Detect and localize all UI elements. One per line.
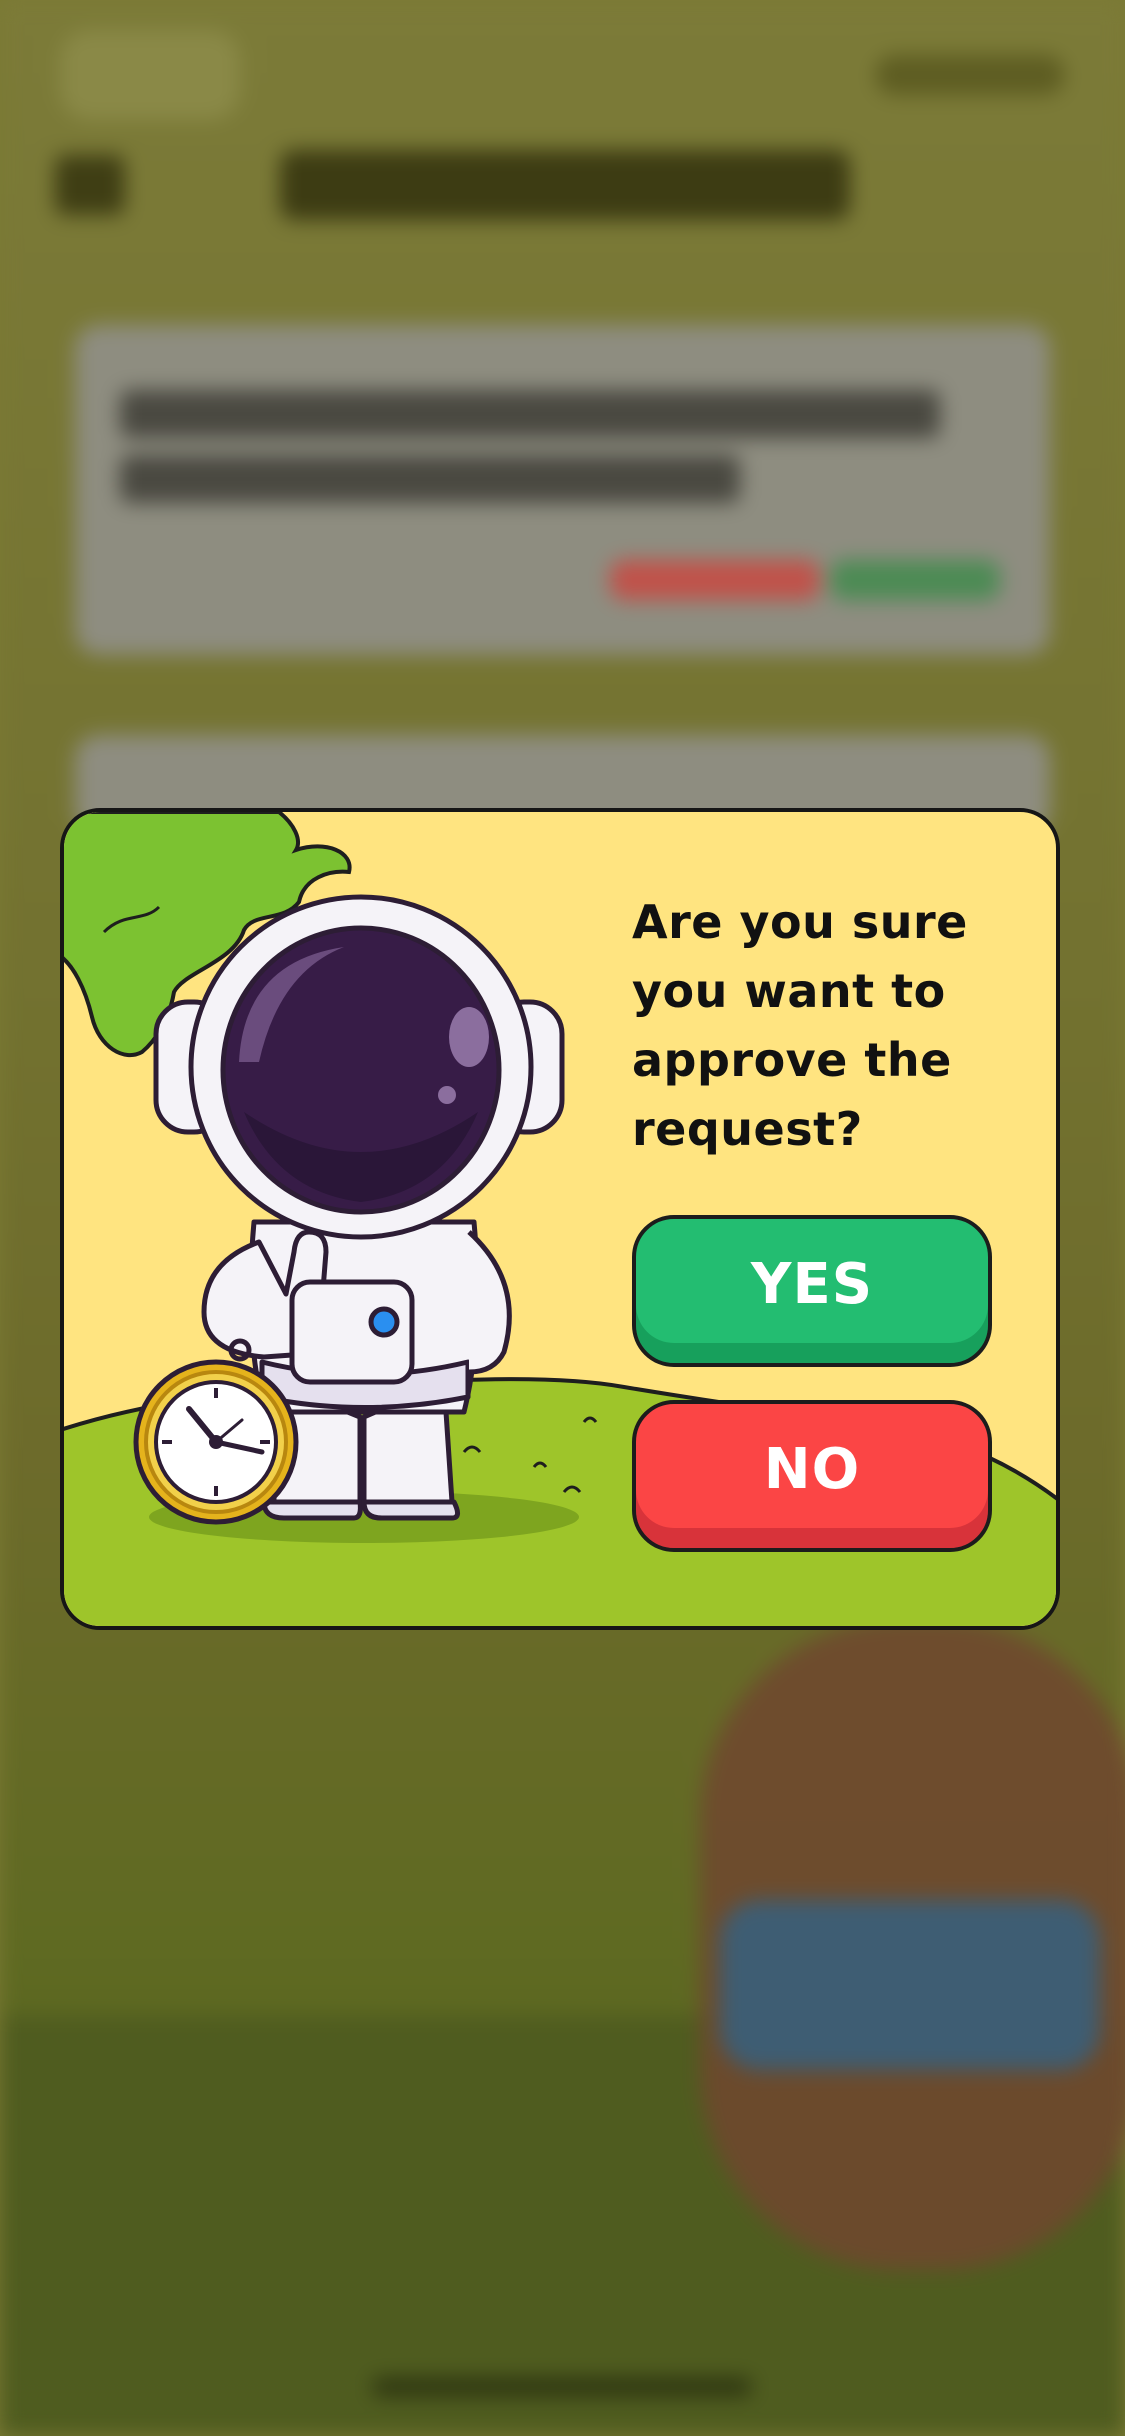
background-page-title (280, 150, 850, 220)
approve-confirmation-dialog: Are you sure you want to approve the req… (60, 808, 1060, 1630)
no-button-label: NO (763, 1436, 861, 1502)
bear-shirt (720, 1900, 1100, 2070)
status-bar-left (60, 30, 240, 120)
background-approve-button (830, 560, 1000, 600)
yes-button-label: YES (750, 1251, 874, 1317)
background-card-text (120, 390, 940, 438)
status-bar-right (875, 55, 1065, 95)
no-button[interactable]: NO (632, 1400, 992, 1552)
background-card-text (120, 455, 740, 503)
background-request-card (75, 325, 1050, 655)
dialog-message: Are you sure you want to approve the req… (632, 895, 968, 1156)
back-arrow-icon (55, 155, 125, 215)
yes-button[interactable]: YES (632, 1215, 992, 1367)
home-indicator (372, 2378, 752, 2396)
background-reject-button (610, 560, 820, 600)
